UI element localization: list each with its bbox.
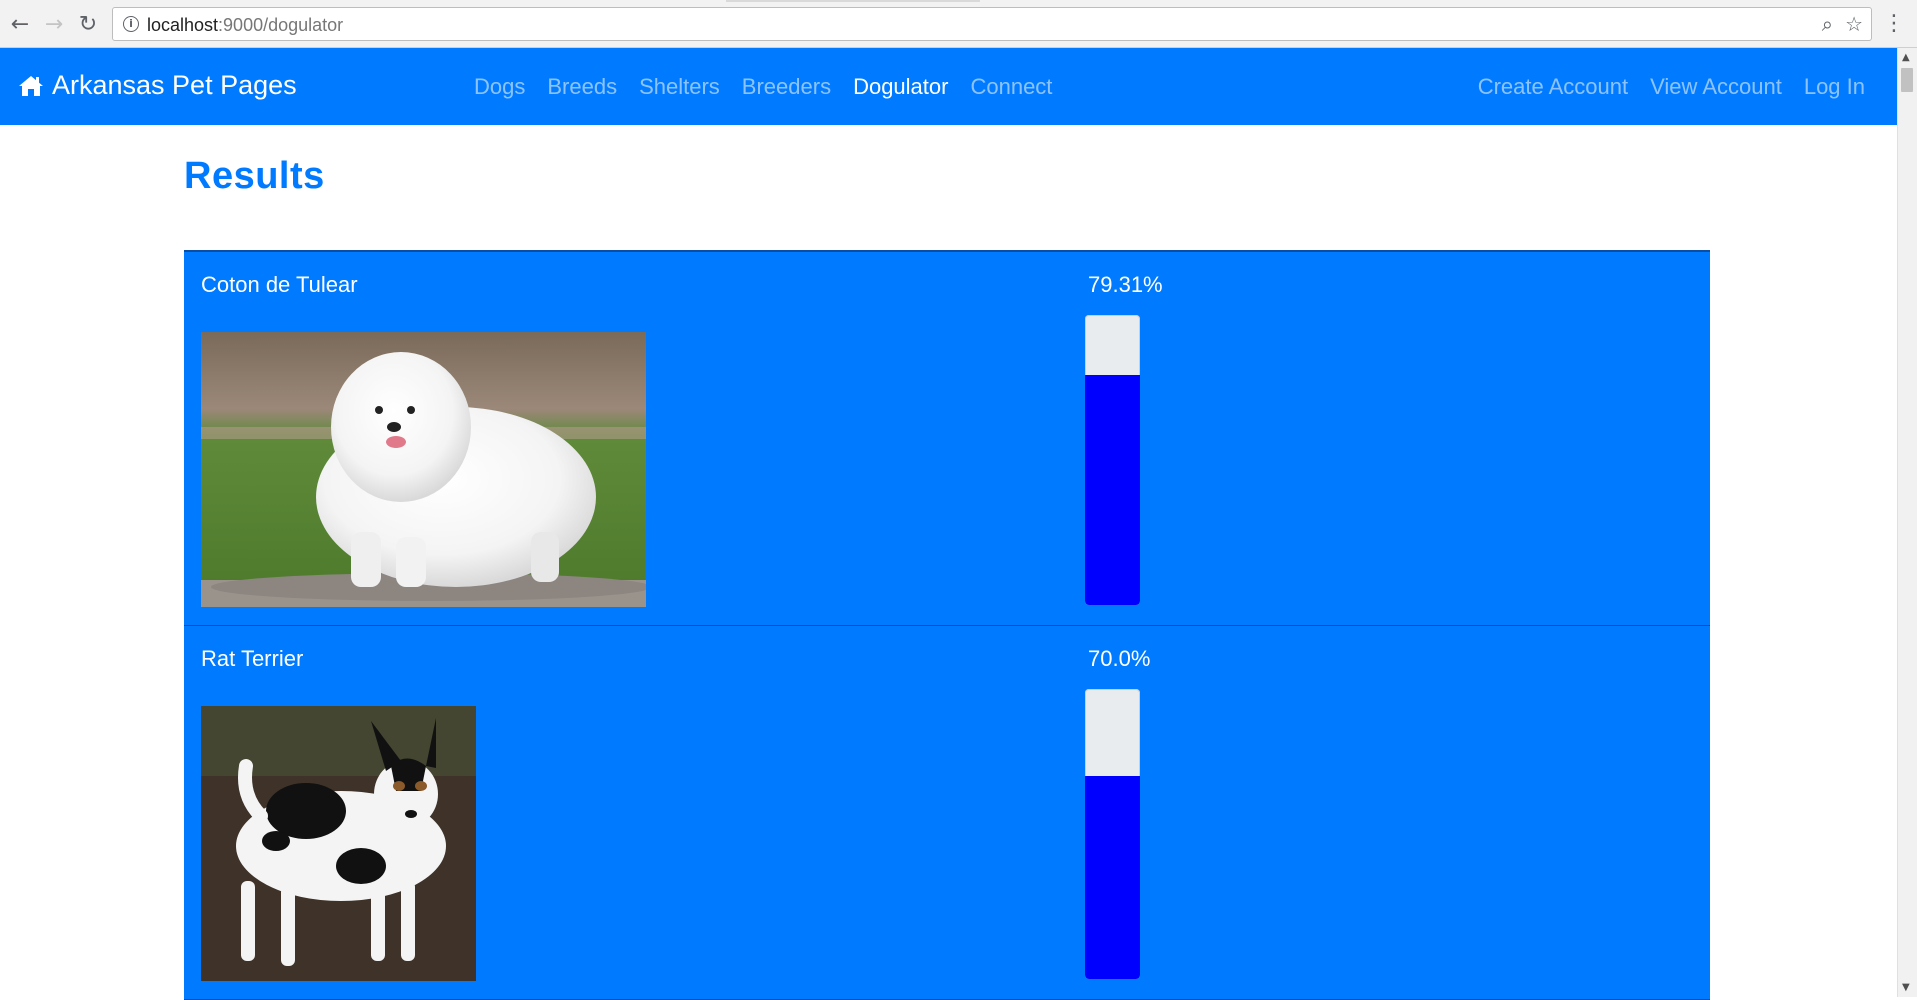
scroll-up-icon[interactable]: ▲	[1902, 52, 1910, 63]
match-percent: 79.31%	[1088, 272, 1163, 297]
dog-photo-rat-terrier	[201, 706, 476, 981]
zoom-icon[interactable]: ⌕	[1822, 12, 1833, 36]
url-text[interactable]: localhost:9000/dogulator	[147, 15, 343, 36]
bookmark-star-icon[interactable]: ☆	[1845, 12, 1863, 36]
nav-view-account[interactable]: View Account	[1650, 74, 1782, 100]
browser-toolbar: ← → ↻ i localhost:9000/dogulator ⌕ ☆ ⋮	[0, 0, 1917, 48]
nav-dogs[interactable]: Dogs	[474, 74, 525, 100]
match-progress-fill	[1085, 375, 1140, 605]
breed-name: Rat Terrier	[201, 646, 304, 671]
nav-breeders[interactable]: Breeders	[742, 74, 831, 100]
browser-menu-icon[interactable]: ⋮	[1883, 10, 1905, 38]
page-scrollbar[interactable]: ▲ ▼	[1897, 48, 1917, 997]
reload-button[interactable]: ↻	[74, 10, 102, 38]
nav-shelters[interactable]: Shelters	[639, 74, 720, 100]
match-percent: 70.0%	[1088, 646, 1151, 671]
arrow-left-icon: ←	[10, 11, 30, 37]
forward-button[interactable]: →	[40, 10, 68, 38]
info-icon[interactable]: i	[123, 16, 139, 32]
address-bar[interactable]: i localhost:9000/dogulator ⌕ ☆	[112, 7, 1872, 41]
results-table: Coton de Tulear 79.31% Rat Terrier 70.0%	[184, 250, 1710, 1000]
nav-breeds[interactable]: Breeds	[547, 74, 617, 100]
tab-strip	[726, 0, 980, 2]
match-progress-fill	[1085, 776, 1140, 979]
home-icon	[19, 75, 43, 96]
nav-create-account[interactable]: Create Account	[1478, 74, 1628, 100]
match-progress-bar	[1085, 315, 1140, 605]
result-row: Coton de Tulear 79.31%	[184, 252, 1710, 626]
brand-name: Arkansas Pet Pages	[52, 70, 297, 100]
arrow-right-icon: →	[44, 11, 64, 37]
main-nav: Dogs Breeds Shelters Breeders Dogulator …	[474, 74, 1052, 100]
site-navbar: Arkansas Pet Pages Dogs Breeds Shelters …	[0, 48, 1897, 125]
nav-dogulator[interactable]: Dogulator	[853, 74, 948, 100]
nav-connect[interactable]: Connect	[970, 74, 1052, 100]
url-path: :9000/dogulator	[218, 15, 344, 35]
breed-name: Coton de Tulear	[201, 272, 358, 297]
page-title: Results	[184, 155, 325, 197]
account-nav: Create Account View Account Log In	[1478, 74, 1865, 100]
scroll-thumb[interactable]	[1901, 68, 1913, 92]
brand-link[interactable]: Arkansas Pet Pages	[18, 70, 297, 101]
back-button[interactable]: ←	[6, 10, 34, 38]
reload-icon: ↻	[78, 11, 98, 37]
result-row: Rat Terrier 70.0%	[184, 626, 1710, 1000]
main-content: Results Coton de Tulear 79.31% Rat Terri…	[184, 125, 1710, 1000]
match-progress-bar	[1085, 689, 1140, 979]
url-host: localhost	[147, 15, 219, 35]
scroll-down-icon[interactable]: ▼	[1902, 982, 1910, 993]
nav-log-in[interactable]: Log In	[1804, 74, 1865, 100]
dog-photo-coton	[201, 332, 646, 607]
